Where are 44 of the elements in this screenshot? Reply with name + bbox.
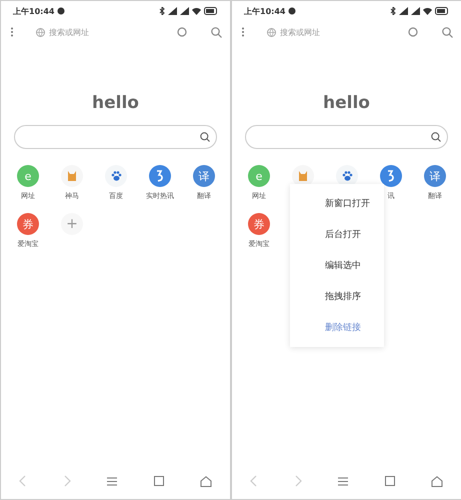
status-time: 上午10:44 — [13, 6, 54, 16]
battery-icon — [435, 7, 449, 15]
menu-icon[interactable] — [338, 476, 348, 486]
search-icon[interactable] — [211, 26, 222, 38]
menu-item[interactable]: 后台打开 — [290, 219, 384, 250]
home-icon[interactable] — [200, 476, 212, 486]
wifi-icon — [423, 7, 432, 15]
address-placeholder[interactable]: 搜索或网址 — [49, 26, 89, 38]
shortcut-icon[interactable]: e — [248, 165, 270, 187]
search-icon[interactable] — [442, 26, 453, 38]
search-field[interactable] — [14, 125, 217, 149]
address-placeholder[interactable]: 搜索或网址 — [280, 26, 320, 38]
menu-item[interactable]: 新窗口打开 — [290, 188, 384, 219]
shortcut-icon[interactable]: 译 — [424, 165, 446, 187]
globe-icon — [267, 28, 276, 36]
shortcut-icon[interactable]: 券 — [17, 213, 39, 235]
wifi-icon — [192, 7, 201, 15]
shortcut-icon[interactable]: 译 — [193, 165, 215, 187]
dog-icon[interactable] — [61, 165, 83, 187]
shortcut-icon[interactable]: 券 — [248, 213, 270, 235]
search-icon — [200, 132, 210, 142]
menu-item[interactable]: 编辑选中 — [290, 250, 384, 281]
logo-text: hello — [91, 93, 140, 113]
search-icon — [431, 132, 441, 142]
more-icon[interactable] — [10, 27, 14, 37]
menu-icon[interactable] — [107, 476, 118, 486]
shortcut-icon[interactable]: e — [17, 165, 39, 187]
refresh-icon[interactable] — [177, 27, 187, 37]
logo-text: hello — [322, 93, 371, 113]
home-icon[interactable] — [430, 476, 443, 486]
tabs-icon[interactable] — [154, 476, 164, 486]
refresh-icon[interactable] — [408, 27, 418, 37]
status-time: 上午10:44 — [244, 6, 286, 16]
battery-icon — [204, 7, 218, 15]
paw-icon[interactable] — [105, 165, 127, 187]
bluetooth-icon — [390, 7, 396, 15]
menu-item[interactable]: 拖拽排序 — [290, 281, 384, 312]
globe-icon — [36, 28, 45, 36]
more-icon[interactable] — [241, 27, 245, 37]
tabs-icon[interactable] — [384, 476, 395, 486]
menu-item[interactable]: 删除链接 — [290, 312, 384, 343]
bluetooth-icon — [159, 7, 165, 15]
search-field[interactable] — [245, 125, 448, 149]
add-button[interactable]: + — [61, 213, 83, 235]
